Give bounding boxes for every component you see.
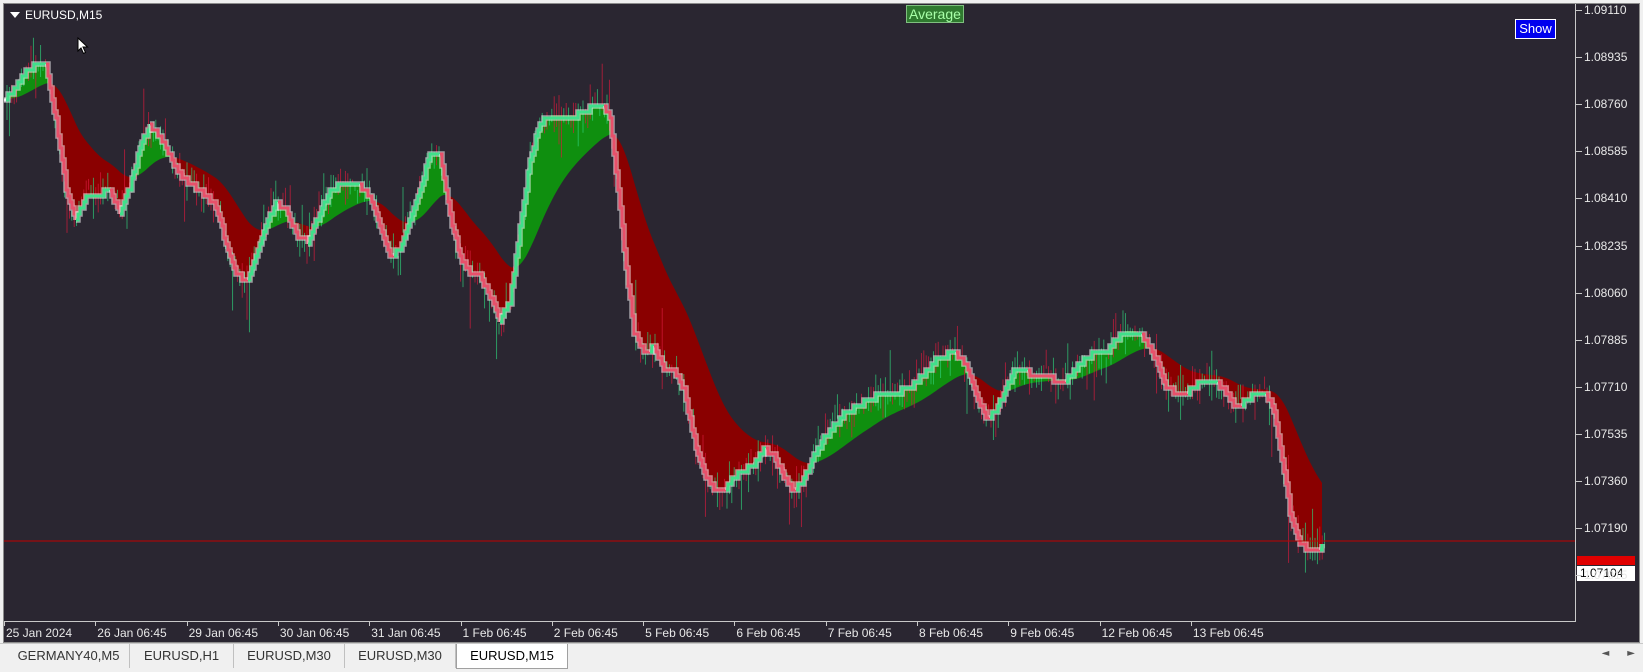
price-tick xyxy=(1576,481,1582,482)
price-tick xyxy=(1576,104,1582,106)
time-tick xyxy=(1008,622,1010,626)
time-tick xyxy=(277,622,279,626)
price-label: 1.07710 xyxy=(1584,379,1628,394)
price-axis[interactable]: 1.07104 1.09110 1.08935 1.08760 1.08585 1.08… xyxy=(1576,3,1639,622)
time-tick xyxy=(1190,622,1192,626)
price-label: 1.09110 xyxy=(1584,3,1627,17)
time-tick xyxy=(825,622,827,626)
dropdown-triangle-icon[interactable] xyxy=(10,12,20,18)
time-tick xyxy=(1099,622,1101,626)
price-line-marker xyxy=(1577,556,1635,565)
time-label: 5 Feb 06:45 xyxy=(645,626,710,640)
price-label: 1.08760 xyxy=(1584,97,1628,112)
scroll-right-icon[interactable]: ► xyxy=(1627,648,1635,659)
price-label: 1.08060 xyxy=(1584,285,1628,300)
time-label: 8 Feb 06:45 xyxy=(919,626,984,640)
price-label: 1.07190 xyxy=(1584,521,1628,536)
price-label: 1.07885 xyxy=(1584,332,1628,347)
time-tick xyxy=(95,622,97,626)
time-label: 7 Feb 06:45 xyxy=(827,626,892,640)
price-label: 1.07535 xyxy=(1584,426,1628,441)
time-label: 26 Jan 06:45 xyxy=(97,626,167,640)
chart-tab[interactable]: EURUSD,M30 xyxy=(234,644,345,668)
price-tick xyxy=(1576,528,1582,530)
time-label: 29 Jan 06:45 xyxy=(188,626,258,640)
time-tick xyxy=(4,622,5,626)
symbol-label[interactable]: EURUSD,M15 xyxy=(10,8,102,22)
time-tick xyxy=(186,622,188,626)
price-tick xyxy=(1576,198,1582,200)
chart-tab-bar: ◄ ► GERMANY40,M5 EURUSD,H1 EURUSD,M30 EURUS… xyxy=(0,643,1643,672)
time-label: 31 Jan 06:45 xyxy=(371,626,441,640)
scroll-left-icon[interactable]: ◄ xyxy=(1602,648,1610,659)
chart-tab[interactable]: EURUSD,M30 xyxy=(345,644,456,668)
time-tick xyxy=(551,622,553,626)
price-tick xyxy=(1576,151,1582,153)
price-chart-svg[interactable] xyxy=(4,4,1576,622)
plot-area[interactable]: EURUSD,M15 Average Show xyxy=(4,4,1576,622)
time-label: 9 Feb 06:45 xyxy=(1010,626,1075,640)
tab-scroll-controls: ◄ ► xyxy=(1602,648,1635,659)
price-label: 1.08235 xyxy=(1584,238,1628,253)
time-label: 6 Feb 06:45 xyxy=(736,626,801,640)
time-label: 2 Feb 06:45 xyxy=(553,626,618,640)
time-tick xyxy=(460,622,462,626)
time-tick xyxy=(643,622,645,626)
time-label: 25 Jan 2024 xyxy=(6,626,73,640)
chart-tab[interactable]: EURUSD,M15 xyxy=(456,644,568,669)
time-label: 13 Feb 06:45 xyxy=(1192,626,1264,640)
time-tick xyxy=(917,622,918,626)
price-label: 1.07360 xyxy=(1584,474,1628,488)
time-axis[interactable]: 25 Jan 2024 26 Jan 06:45 29 Jan 06:45 30 Ja… xyxy=(4,622,1576,642)
show-button[interactable]: Show xyxy=(1515,19,1556,39)
terminal-window: EURUSD,M15 Average Show 1.07104 1.09110 1… xyxy=(0,0,1643,672)
cloud-up-segment xyxy=(810,352,968,465)
ma-cloud xyxy=(4,63,1322,550)
price-tick xyxy=(1576,433,1582,435)
price-label: 1.08585 xyxy=(1584,144,1628,159)
chart-tab[interactable]: GERMANY40,M5 xyxy=(8,644,130,668)
indicator-average-label[interactable]: Average xyxy=(906,5,964,23)
price-tick xyxy=(1576,245,1582,247)
time-tick xyxy=(369,622,371,626)
price-tick xyxy=(1576,339,1582,341)
price-tick xyxy=(1576,57,1582,59)
chart-tab[interactable]: EURUSD,H1 xyxy=(130,644,234,668)
chart-window[interactable]: EURUSD,M15 Average Show 1.07104 1.09110 1… xyxy=(3,3,1640,643)
price-tick xyxy=(1576,386,1582,388)
price-label: 1.07015 xyxy=(1584,568,1628,583)
price-tick xyxy=(1576,292,1582,294)
price-label: 1.08410 xyxy=(1584,191,1628,206)
symbol-text: EURUSD,M15 xyxy=(25,8,103,22)
mouse-cursor-icon xyxy=(77,37,89,55)
price-label: 1.08935 xyxy=(1584,50,1628,65)
price-tick xyxy=(1576,575,1582,577)
time-label: 12 Feb 06:45 xyxy=(1101,626,1173,640)
time-label: 30 Jan 06:45 xyxy=(279,626,350,640)
time-tick xyxy=(734,622,736,626)
price-tick xyxy=(1576,10,1582,11)
time-label: 1 Feb 06:45 xyxy=(462,626,527,640)
cloud-down-segment xyxy=(612,133,810,491)
